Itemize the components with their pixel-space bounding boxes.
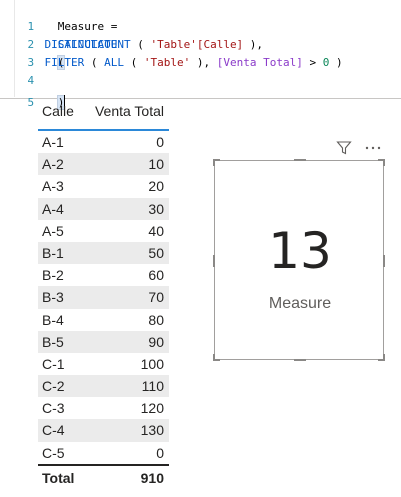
table-row[interactable]: C-2 110 — [38, 375, 169, 398]
card-label: Measure — [268, 295, 332, 312]
cell-venta: 0 — [156, 444, 164, 461]
cell-venta: 120 — [140, 400, 164, 417]
code-line-1[interactable]: 1 Measure = — [0, 0, 118, 33]
cell-calle: A-4 — [42, 200, 64, 217]
dax-formula-editor[interactable]: 1 Measure = 2 CALCULATE ( 3 DISTINCTCOUN… — [0, 0, 401, 110]
cell-calle: C-1 — [42, 355, 65, 372]
code-punct: ( — [130, 38, 151, 51]
table-reference: 'Table' — [143, 56, 191, 69]
code-line-2[interactable]: 2 CALCULATE ( — [0, 18, 117, 70]
distinctcount-function: DISTINCTCOUNT — [44, 38, 131, 51]
filter-function: FILTER — [44, 56, 85, 69]
table-row[interactable]: C-3 120 — [38, 397, 169, 419]
table-total-row: Total 910 — [38, 463, 169, 490]
table-row[interactable]: B-4 80 — [38, 309, 169, 331]
cell-venta: 100 — [140, 355, 164, 372]
table-row[interactable]: C-5 0 — [38, 442, 169, 464]
filter-icon[interactable] — [336, 140, 352, 161]
table-row[interactable]: A-3 20 — [38, 175, 169, 197]
cell-calle: B-4 — [42, 311, 64, 328]
column-header-venta-total[interactable]: Venta Total — [95, 103, 164, 119]
cell-calle: C-4 — [42, 422, 65, 439]
cell-calle: B-2 — [42, 267, 64, 284]
resize-handle[interactable] — [383, 159, 385, 166]
code-punct: ) — [329, 56, 343, 69]
table-row[interactable]: A-1 0 — [38, 131, 169, 153]
resize-handle[interactable] — [294, 359, 306, 361]
cell-calle: B-3 — [42, 289, 64, 306]
measure-reference: [Venta Total] — [216, 56, 303, 69]
table-header: Calle Venta Total — [38, 100, 169, 131]
cell-venta: 0 — [156, 134, 164, 150]
card-visual[interactable]: 13 Measure — [213, 159, 385, 361]
code-line-5[interactable]: 5 ) — [0, 76, 66, 110]
cell-venta: 10 — [148, 156, 164, 173]
cell-venta: 130 — [140, 422, 164, 439]
cell-calle: A-5 — [42, 222, 64, 239]
code-punct: ( — [124, 56, 144, 69]
total-value: 910 — [140, 469, 164, 486]
resize-handle[interactable] — [213, 159, 215, 166]
table-row[interactable]: B-1 50 — [38, 241, 169, 265]
table-row[interactable]: B-2 60 — [38, 264, 169, 286]
more-options-icon[interactable] — [364, 140, 382, 161]
cell-calle: C-3 — [42, 400, 65, 417]
resize-handle[interactable] — [383, 354, 385, 361]
table-row[interactable]: C-4 130 — [38, 419, 169, 442]
resize-handle[interactable] — [213, 354, 215, 361]
code-operator: > — [302, 56, 323, 69]
cell-venta: 20 — [148, 178, 164, 195]
cell-venta: 50 — [148, 244, 164, 261]
cell-venta: 70 — [148, 289, 164, 306]
cell-calle: B-5 — [42, 333, 64, 350]
cell-calle: C-2 — [42, 378, 65, 395]
code-punct: ( — [84, 56, 105, 69]
code-punct: ), — [190, 56, 217, 69]
cell-calle: A-2 — [42, 156, 64, 173]
cell-calle: A-1 — [42, 134, 64, 150]
column-header-calle[interactable]: Calle — [42, 103, 74, 119]
cell-calle: B-1 — [42, 244, 64, 261]
code-line-3[interactable]: 3 DISTINCTCOUNT ( 'Table'[Calle] ), — [0, 36, 264, 69]
card-value: 13 — [268, 222, 332, 280]
cell-venta: 40 — [148, 222, 164, 239]
table-visual[interactable]: Calle Venta Total A-1 0 A-2 10 A-3 20 A-4 30… — [38, 100, 169, 490]
table-row[interactable]: C-1 100 — [38, 353, 169, 375]
cell-venta: 90 — [148, 333, 164, 350]
table-body: A-1 0 A-2 10 A-3 20 A-4 30 A-5 40 B-1 50 B-2 60… — [38, 131, 169, 464]
table-row[interactable]: B-5 90 — [38, 330, 169, 353]
all-function: ALL — [104, 56, 124, 69]
cell-calle: A-3 — [42, 178, 64, 195]
resize-handle[interactable] — [294, 159, 306, 161]
table-row[interactable]: A-5 40 — [38, 220, 169, 242]
cell-venta: 60 — [148, 267, 164, 284]
table-row[interactable]: B-3 70 — [38, 286, 169, 309]
table-row[interactable]: A-2 10 — [38, 153, 169, 176]
code-punct: ), — [243, 38, 264, 51]
cell-venta: 80 — [148, 311, 164, 328]
total-label: Total — [42, 469, 75, 486]
code-line-4[interactable]: 4 FILTER ( ALL ( 'Table' ), [Venta Total… — [0, 54, 343, 87]
table-row[interactable]: A-4 30 — [38, 197, 169, 220]
cell-venta: 110 — [141, 378, 164, 395]
cell-venta: 30 — [148, 200, 164, 217]
column-reference: 'Table'[Calle] — [150, 38, 244, 51]
cell-calle: C-5 — [42, 444, 65, 461]
